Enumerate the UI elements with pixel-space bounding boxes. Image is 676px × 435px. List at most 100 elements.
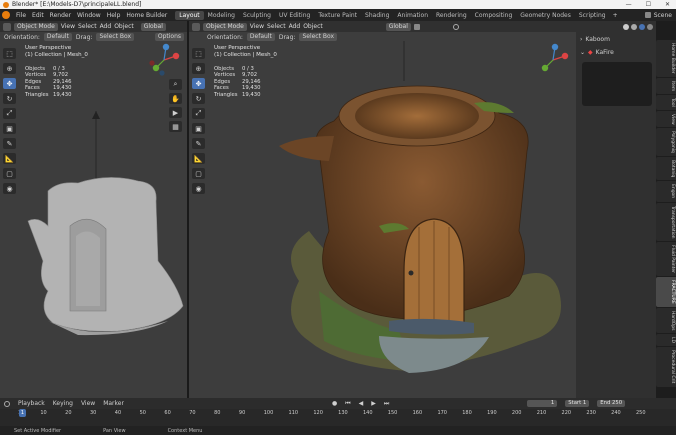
sidebar-tab-ld[interactable]: LD — [656, 334, 676, 347]
editor-type-icon[interactable] — [3, 22, 11, 31]
scale-tool-icon[interactable]: ⤢ — [192, 108, 205, 119]
left-options-button[interactable]: Options — [154, 33, 184, 41]
jump-start-icon[interactable]: ⏮ — [345, 400, 350, 408]
sidebar-tab-hardops[interactable]: HardOps — [656, 307, 676, 334]
scene-selector[interactable]: Scene — [654, 12, 672, 19]
start-frame-field[interactable]: Start 1 — [565, 400, 590, 407]
tab-shading[interactable]: Shading — [361, 11, 393, 20]
viewport-shading-icon[interactable] — [647, 23, 653, 30]
annotate-tool-icon[interactable]: ✎ — [192, 138, 205, 149]
rotate-tool-icon[interactable]: ↻ — [192, 93, 205, 104]
pan-hand-icon[interactable]: ✋ — [169, 93, 182, 104]
sidebar-tab-item[interactable]: Item — [656, 77, 676, 94]
add-cube-tool-icon[interactable]: ▢ — [3, 168, 16, 179]
right-menu-add[interactable]: Add — [289, 23, 301, 30]
tab-rendering[interactable]: Rendering — [432, 11, 471, 20]
select-tool-icon[interactable]: ⬚ — [3, 48, 16, 59]
right-navigation-gizmo[interactable] — [535, 42, 571, 78]
add-object-tool-icon[interactable]: ◉ — [192, 183, 205, 194]
right-menu-view[interactable]: View — [250, 23, 264, 30]
sidebar-tab-transportation[interactable]: Transportation — [656, 202, 676, 242]
cursor-tool-icon[interactable]: ⊕ — [3, 63, 16, 74]
end-frame-field[interactable]: End 250 — [597, 400, 626, 407]
minimize-button[interactable]: — — [626, 1, 632, 8]
move-tool-icon[interactable]: ✥ — [3, 78, 16, 89]
right-transform-dropdown[interactable]: Global — [385, 22, 411, 31]
play-icon[interactable]: ▶ — [371, 400, 376, 407]
move-tool-icon[interactable]: ✥ — [192, 78, 205, 89]
right-orientation-dropdown[interactable]: Default — [246, 33, 275, 41]
menu-help[interactable]: Help — [104, 12, 124, 19]
sidebar-tab-view[interactable]: View — [656, 110, 676, 128]
sidebar-tab-fracture[interactable]: FRACTURE — [656, 277, 676, 307]
right-menu-object[interactable]: Object — [303, 23, 323, 30]
select-tool-icon[interactable]: ⬚ — [192, 48, 205, 59]
tab-animation[interactable]: Animation — [393, 11, 432, 20]
left-navigation-gizmo[interactable] — [146, 42, 182, 78]
sidebar-tab-botaniq[interactable]: Botaniq — [656, 157, 676, 181]
add-object-tool-icon[interactable]: ◉ — [3, 183, 16, 194]
sidebar-tab-procedural-crit[interactable]: Procedural Crit — [656, 347, 676, 387]
playhead[interactable]: 1 — [19, 409, 26, 417]
measure-tool-icon[interactable]: 📐 — [3, 153, 16, 164]
blender-menu-icon[interactable] — [2, 11, 10, 19]
proportional-edit-icon[interactable] — [452, 23, 459, 30]
transform-tool-icon[interactable]: ▣ — [192, 123, 205, 134]
jump-end-icon[interactable]: ⏭ — [384, 400, 389, 408]
record-icon[interactable]: ● — [332, 400, 337, 407]
editor-type-icon[interactable] — [192, 22, 200, 31]
left-3d-viewport[interactable]: Object Mode View Select Add Object Globa… — [0, 21, 187, 398]
left-menu-add[interactable]: Add — [100, 23, 112, 30]
menu-window[interactable]: Window — [74, 12, 104, 19]
scale-tool-icon[interactable]: ⤢ — [3, 108, 16, 119]
timeline-menu-view[interactable]: View — [81, 400, 95, 407]
annotate-tool-icon[interactable]: ✎ — [3, 138, 16, 149]
sidebar-tab-polygoniq[interactable]: Polygoniq — [656, 128, 676, 157]
viewport-shading-icon[interactable] — [623, 23, 629, 30]
play-reverse-icon[interactable]: ◀ — [359, 400, 364, 407]
left-menu-view[interactable]: View — [61, 23, 75, 30]
left-transform-dropdown[interactable]: Global — [140, 22, 166, 31]
timeline-menu-marker[interactable]: Marker — [103, 400, 124, 407]
right-3d-viewport[interactable]: Object Mode View Select Add Object Globa… — [189, 21, 576, 398]
tab-layout[interactable]: Layout — [175, 10, 204, 20]
left-mode-dropdown[interactable]: Object Mode — [14, 22, 58, 31]
sidebar-tab-engon[interactable]: Engon — [656, 181, 676, 202]
viewport-shading-icon[interactable] — [639, 23, 645, 30]
sidebar-tab-fluid-painter[interactable]: Fluid Painter — [656, 242, 676, 277]
left-orientation-dropdown[interactable]: Default — [43, 33, 72, 41]
menu-edit[interactable]: Edit — [29, 12, 47, 19]
tab-uv-editing[interactable]: UV Editing — [275, 11, 314, 20]
left-menu-select[interactable]: Select — [78, 23, 97, 30]
menu-home-builder[interactable]: Home Builder — [123, 12, 170, 19]
left-drag-dropdown[interactable]: Select Box — [96, 33, 135, 41]
sidebar-tab-tool[interactable]: Tool — [656, 94, 676, 110]
clock-icon[interactable] — [4, 400, 10, 407]
right-drag-dropdown[interactable]: Select Box — [299, 33, 338, 41]
menu-render[interactable]: Render — [47, 12, 74, 19]
transform-tool-icon[interactable]: ▣ — [3, 123, 16, 134]
npanel-item-kafire[interactable]: ⌄ ◆ KaFire — [580, 49, 652, 56]
maximize-button[interactable]: ☐ — [646, 1, 651, 8]
tab-scripting[interactable]: Scripting — [575, 11, 610, 20]
rotate-tool-icon[interactable]: ↻ — [3, 93, 16, 104]
zoom-icon[interactable]: ⌕ — [169, 79, 182, 90]
current-frame-field[interactable]: 1 — [527, 400, 558, 407]
tab-geometry-nodes[interactable]: Geometry Nodes — [516, 11, 575, 20]
add-cube-tool-icon[interactable]: ▢ — [192, 168, 205, 179]
timeline-menu-keying[interactable]: Keying — [53, 400, 73, 407]
right-mode-dropdown[interactable]: Object Mode — [203, 22, 247, 31]
npanel-item-kaboom[interactable]: › Kaboom — [580, 36, 652, 43]
right-menu-select[interactable]: Select — [267, 23, 286, 30]
tab-texture-paint[interactable]: Texture Paint — [314, 11, 361, 20]
tab-modeling[interactable]: Modeling — [204, 11, 239, 20]
viewport-shading-icon[interactable] — [631, 23, 637, 30]
snap-icon[interactable] — [413, 23, 420, 30]
left-menu-object[interactable]: Object — [114, 23, 134, 30]
add-workspace-button[interactable]: + — [610, 12, 621, 19]
timeline-ruler[interactable]: 1102030405060708090100110120130140150160… — [0, 409, 676, 426]
tab-compositing[interactable]: Compositing — [471, 11, 517, 20]
cursor-tool-icon[interactable]: ⊕ — [192, 63, 205, 74]
menu-file[interactable]: File — [13, 12, 29, 19]
sidebar-tab-home-builder[interactable]: Home Builder — [656, 40, 676, 77]
